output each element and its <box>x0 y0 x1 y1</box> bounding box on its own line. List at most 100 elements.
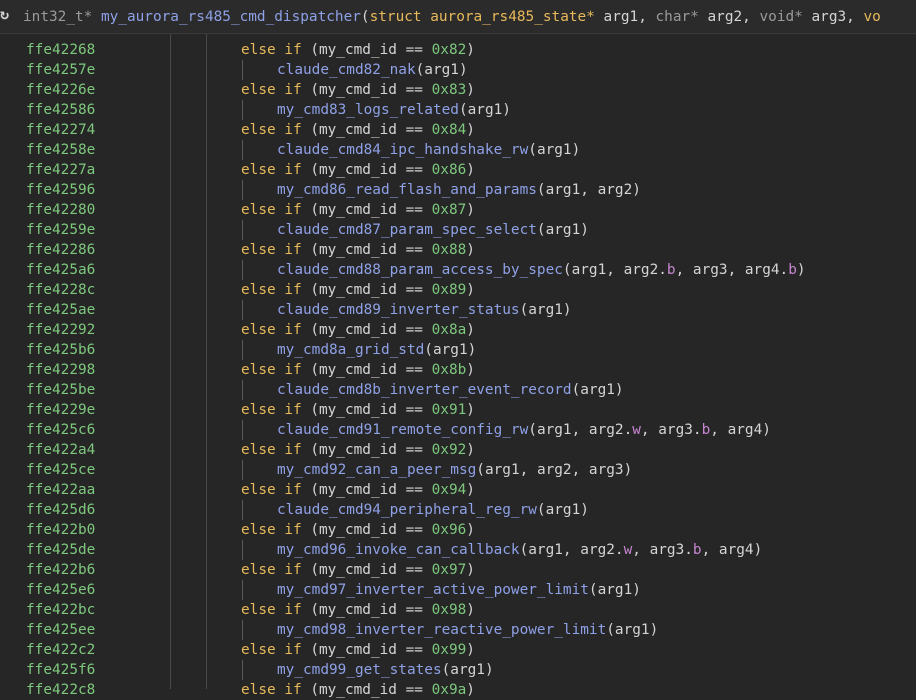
code-line[interactable]: ffe425d6 claude_cmd94_peripheral_reg_rw(a… <box>0 500 916 520</box>
call-argument[interactable]: arg1 <box>615 622 650 638</box>
cmd-id-variable[interactable]: my_cmd_id <box>319 82 397 98</box>
call-argument[interactable]: arg2 <box>589 422 624 438</box>
cmd-id-constant[interactable]: 0x97 <box>432 562 467 578</box>
call-argument[interactable]: arg1 <box>468 102 503 118</box>
code-line[interactable]: ffe4226e else if (my_cmd_id == 0x83) <box>0 80 916 100</box>
code-line[interactable]: ffe42286 else if (my_cmd_id == 0x88) <box>0 240 916 260</box>
code-line[interactable]: ffe42298 else if (my_cmd_id == 0x8b) <box>0 360 916 380</box>
code-line[interactable]: ffe422c8 else if (my_cmd_id == 0x9a) <box>0 680 916 700</box>
code-line[interactable]: ffe425e6 my_cmd97_inverter_active_power_l… <box>0 580 916 600</box>
cmd-id-variable[interactable]: my_cmd_id <box>319 162 397 178</box>
call-argument[interactable]: arg1 <box>598 582 633 598</box>
code-line[interactable]: ffe42280 else if (my_cmd_id == 0x87) <box>0 200 916 220</box>
call-argument[interactable]: arg1 <box>424 62 459 78</box>
call-argument[interactable]: arg2 <box>537 462 572 478</box>
code-line[interactable]: ffe425b6 my_cmd8a_grid_std(arg1) <box>0 340 916 360</box>
code-line[interactable]: ffe422aa else if (my_cmd_id == 0x94) <box>0 480 916 500</box>
param1-type[interactable]: aurora_rs485_state* <box>430 9 595 25</box>
function-name[interactable]: my_aurora_rs485_cmd_dispatcher <box>101 9 361 25</box>
cmd-id-constant[interactable]: 0x96 <box>432 522 467 538</box>
cmd-id-variable[interactable]: my_cmd_id <box>319 122 397 138</box>
call-argument[interactable]: arg1 <box>546 502 581 518</box>
call-argument[interactable]: arg1 <box>528 302 563 318</box>
call-argument[interactable]: arg2 <box>624 262 659 278</box>
line-address[interactable]: ffe42280 <box>26 200 95 220</box>
call-argument[interactable]: arg1 <box>433 342 468 358</box>
line-address[interactable]: ffe42586 <box>26 100 95 120</box>
line-address[interactable]: ffe4228c <box>26 280 95 300</box>
cmd-id-constant[interactable]: 0x84 <box>432 122 467 138</box>
line-address[interactable]: ffe425de <box>26 540 95 560</box>
line-address[interactable]: ffe42596 <box>26 180 95 200</box>
called-function-name[interactable]: my_cmd97_inverter_active_power_limit <box>277 582 589 598</box>
line-address[interactable]: ffe422b0 <box>26 520 95 540</box>
code-line[interactable]: ffe422b6 else if (my_cmd_id == 0x97) <box>0 560 916 580</box>
argument-field[interactable]: b <box>788 262 797 278</box>
cmd-id-constant[interactable]: 0x86 <box>432 162 467 178</box>
line-address[interactable]: ffe425d6 <box>26 500 95 520</box>
called-function-name[interactable]: claude_cmd87_param_spec_select <box>277 222 537 238</box>
cmd-id-variable[interactable]: my_cmd_id <box>319 602 397 618</box>
line-address[interactable]: ffe422c8 <box>26 680 95 700</box>
code-line[interactable]: ffe425ae claude_cmd89_inverter_status(arg… <box>0 300 916 320</box>
code-line[interactable]: ffe422c2 else if (my_cmd_id == 0x99) <box>0 640 916 660</box>
called-function-name[interactable]: my_cmd86_read_flash_and_params <box>277 182 537 198</box>
code-line[interactable]: ffe4228c else if (my_cmd_id == 0x89) <box>0 280 916 300</box>
code-line[interactable]: ffe425be claude_cmd8b_inverter_event_reco… <box>0 380 916 400</box>
call-argument[interactable]: arg4 <box>719 542 754 558</box>
code-line[interactable]: ffe42596 my_cmd86_read_flash_and_params(a… <box>0 180 916 200</box>
called-function-name[interactable]: my_cmd99_get_states <box>277 662 442 678</box>
call-argument[interactable]: arg1 <box>485 462 520 478</box>
called-function-name[interactable]: claude_cmd91_remote_config_rw <box>277 422 528 438</box>
code-line[interactable]: ffe42274 else if (my_cmd_id == 0x84) <box>0 120 916 140</box>
line-address[interactable]: ffe4257e <box>26 60 95 80</box>
call-argument[interactable]: arg2 <box>580 542 615 558</box>
line-address[interactable]: ffe425ae <box>26 300 95 320</box>
cmd-id-variable[interactable]: my_cmd_id <box>319 442 397 458</box>
code-line[interactable]: ffe42268 else if (my_cmd_id == 0x82) <box>0 40 916 60</box>
code-line[interactable]: ffe425a6 claude_cmd88_param_access_by_spe… <box>0 260 916 280</box>
argument-field[interactable]: b <box>702 422 711 438</box>
cmd-id-variable[interactable]: my_cmd_id <box>319 522 397 538</box>
line-address[interactable]: ffe422b6 <box>26 560 95 580</box>
code-line[interactable]: ffe422bc else if (my_cmd_id == 0x98) <box>0 600 916 620</box>
cmd-id-variable[interactable]: my_cmd_id <box>319 322 397 338</box>
code-line[interactable]: ffe42586 my_cmd83_logs_related(arg1) <box>0 100 916 120</box>
call-argument[interactable]: arg3 <box>693 262 728 278</box>
cmd-id-variable[interactable]: my_cmd_id <box>319 682 397 698</box>
line-address[interactable]: ffe4259e <box>26 220 95 240</box>
called-function-name[interactable]: claude_cmd89_inverter_status <box>277 302 520 318</box>
line-address[interactable]: ffe425be <box>26 380 95 400</box>
code-line[interactable]: ffe4257e claude_cmd82_nak(arg1) <box>0 60 916 80</box>
line-address[interactable]: ffe425b6 <box>26 340 95 360</box>
code-line[interactable]: ffe425c6 claude_cmd91_remote_config_rw(ar… <box>0 420 916 440</box>
line-address[interactable]: ffe425ce <box>26 460 95 480</box>
called-function-name[interactable]: my_cmd96_invoke_can_callback <box>277 542 520 558</box>
code-line[interactable]: ffe425ee my_cmd98_inverter_reactive_power… <box>0 620 916 640</box>
call-argument[interactable]: arg1 <box>537 422 572 438</box>
line-address[interactable]: ffe425f6 <box>26 660 95 680</box>
cmd-id-constant[interactable]: 0x8a <box>432 322 467 338</box>
call-argument[interactable]: arg4 <box>728 422 763 438</box>
call-argument[interactable]: arg3 <box>589 462 624 478</box>
call-argument[interactable]: arg1 <box>528 542 563 558</box>
line-address[interactable]: ffe4226e <box>26 80 95 100</box>
code-line[interactable]: ffe425de my_cmd96_invoke_can_callback(arg… <box>0 540 916 560</box>
called-function-name[interactable]: claude_cmd8b_inverter_event_record <box>277 382 572 398</box>
called-function-name[interactable]: my_cmd92_can_a_peer_msg <box>277 462 476 478</box>
called-function-name[interactable]: claude_cmd94_peripheral_reg_rw <box>277 502 537 518</box>
cmd-id-variable[interactable]: my_cmd_id <box>319 362 397 378</box>
called-function-name[interactable]: my_cmd98_inverter_reactive_power_limit <box>277 622 606 638</box>
cmd-id-constant[interactable]: 0x88 <box>432 242 467 258</box>
cmd-id-constant[interactable]: 0x99 <box>432 642 467 658</box>
argument-field[interactable]: w <box>624 542 633 558</box>
call-argument[interactable]: arg3 <box>658 422 693 438</box>
code-line[interactable]: ffe42292 else if (my_cmd_id == 0x8a) <box>0 320 916 340</box>
cmd-id-constant[interactable]: 0x89 <box>432 282 467 298</box>
param2-name[interactable]: arg2 <box>708 9 743 25</box>
code-line[interactable]: ffe425ce my_cmd92_can_a_peer_msg(arg1, ar… <box>0 460 916 480</box>
line-address[interactable]: ffe425ee <box>26 620 95 640</box>
called-function-name[interactable]: my_cmd8a_grid_std <box>277 342 424 358</box>
refresh-icon[interactable]: ↻ <box>0 5 9 23</box>
called-function-name[interactable]: claude_cmd84_ipc_handshake_rw <box>277 142 528 158</box>
